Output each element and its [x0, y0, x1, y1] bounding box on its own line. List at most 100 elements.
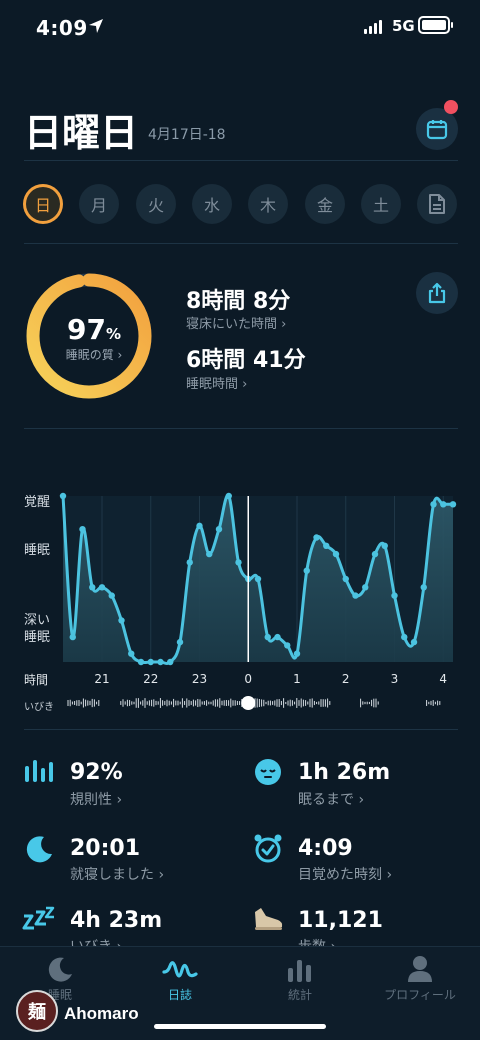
wave-icon: [162, 961, 198, 978]
data-point: [303, 567, 310, 574]
data-point: [352, 592, 359, 599]
data-point: [98, 584, 106, 591]
bedtime-label[interactable]: 就寝しました ›: [70, 864, 164, 884]
x-tick-label: 23: [192, 672, 207, 686]
data-point: [323, 542, 330, 549]
data-point: [430, 501, 437, 508]
signal-icon: [364, 20, 382, 34]
network-type: 5G: [392, 17, 415, 35]
tab-label: 統計: [287, 988, 312, 1002]
person-icon: [408, 956, 432, 982]
watermark-name: Ahomaro: [64, 1004, 139, 1023]
time-in-bed-label[interactable]: 寝床にいた時間 ›: [186, 313, 286, 332]
tab-label: 日誌: [167, 988, 192, 1002]
home-indicator: [154, 1024, 326, 1029]
alarm-clock-icon: [254, 834, 282, 863]
day-wed[interactable]: 水: [192, 184, 232, 224]
sleepy-face-icon: [255, 759, 281, 785]
data-point: [69, 633, 76, 641]
data-point: [167, 658, 174, 666]
x-tick-label: 21: [94, 672, 109, 686]
regularity-value: 92%: [70, 760, 123, 785]
data-point: [128, 650, 135, 657]
calendar-button[interactable]: [416, 108, 458, 150]
data-point: [264, 633, 271, 641]
date-range: 4月17日-18: [148, 127, 226, 143]
data-point: [293, 650, 301, 657]
day-fri[interactable]: 金: [305, 184, 345, 224]
location-arrow-icon: [89, 19, 103, 33]
zzz-icon: [22, 906, 55, 930]
data-point: [89, 584, 96, 591]
notes-button[interactable]: [417, 184, 457, 224]
data-point: [381, 542, 388, 549]
data-point: [147, 658, 154, 666]
x-tick-label: 4: [439, 672, 447, 686]
day-mon[interactable]: 月: [79, 184, 119, 224]
data-point: [342, 575, 349, 583]
tab-label: プロフィール: [384, 988, 456, 1002]
x-tick-label: 22: [143, 672, 158, 686]
steps-label[interactable]: 歩数 ›: [298, 936, 336, 946]
data-point: [313, 534, 320, 541]
data-point: [176, 638, 184, 646]
data-point: [401, 633, 408, 641]
day-sun[interactable]: 日: [23, 184, 63, 224]
snore-marker: [241, 696, 256, 710]
battery-icon: [418, 16, 453, 34]
sleep-cycle-chart[interactable]: 21 22 23 0 1 2 3 4: [0, 480, 480, 720]
data-point: [137, 658, 145, 666]
moon-icon: [48, 957, 72, 982]
data-point: [215, 526, 223, 533]
regularity-bars-icon: [25, 760, 53, 782]
divider: [24, 729, 458, 730]
data-point: [108, 592, 115, 599]
bedtime-value: 20:01: [70, 836, 141, 861]
divider: [24, 243, 458, 244]
wake-time-value: 4:09: [298, 836, 353, 861]
day-tue[interactable]: 火: [136, 184, 176, 224]
sleep-time-label[interactable]: 睡眠時間 ›: [186, 373, 247, 392]
data-point: [206, 550, 213, 558]
wake-time-label[interactable]: 目覚めた時刻 ›: [298, 864, 392, 884]
tab-profile[interactable]: プロフィール: [380, 952, 460, 1012]
data-point: [186, 559, 193, 566]
data-point: [284, 642, 291, 649]
data-point: [420, 584, 427, 591]
share-button[interactable]: [416, 272, 458, 314]
tab-journal[interactable]: 日誌: [140, 952, 220, 1012]
data-point: [332, 550, 340, 558]
divider: [24, 428, 458, 429]
shoe-icon: [255, 908, 283, 930]
steps-value: 11,121: [298, 908, 383, 933]
sleep-latency-value: 1h 26m: [298, 760, 391, 785]
x-tick-label: 3: [391, 672, 399, 686]
calendar-icon: [426, 120, 448, 140]
notification-dot: [444, 100, 458, 114]
data-point: [254, 575, 262, 583]
snoring-label[interactable]: いびき ›: [70, 936, 122, 946]
data-point: [225, 492, 232, 500]
data-point: [118, 617, 125, 624]
day-thu[interactable]: 木: [248, 184, 288, 224]
watermark-avatar: 麺: [16, 990, 58, 1032]
data-point: [59, 492, 67, 500]
sleep-quality-label[interactable]: 睡眠の質 ›: [52, 346, 136, 363]
x-tick-label: 1: [293, 672, 301, 686]
bar-chart-icon: [288, 960, 311, 982]
data-point: [235, 559, 242, 566]
data-point: [440, 501, 447, 508]
data-point: [157, 658, 164, 666]
data-point: [79, 526, 86, 533]
data-point: [410, 638, 418, 646]
sleep-latency-label[interactable]: 眠るまで ›: [298, 789, 364, 809]
day-sat[interactable]: 土: [361, 184, 401, 224]
tab-stats[interactable]: 統計: [260, 952, 340, 1012]
page-title: 日曜日: [24, 111, 139, 155]
regularity-label[interactable]: 規則性 ›: [70, 789, 122, 809]
share-icon: [428, 282, 446, 304]
data-point: [391, 592, 398, 599]
data-point: [196, 522, 203, 530]
snoring-value: 4h 23m: [70, 908, 163, 933]
status-time: 4:09: [36, 16, 88, 40]
